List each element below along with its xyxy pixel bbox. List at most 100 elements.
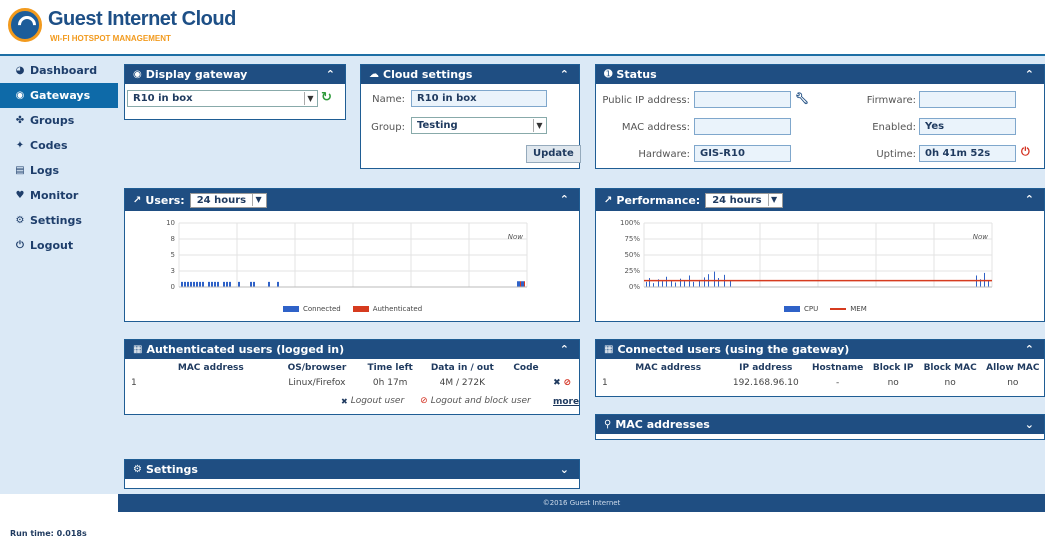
sidebar-item-groups[interactable]: ✤ Groups [0, 108, 118, 133]
power-icon[interactable]: ⏻ [1021, 145, 1030, 159]
connected-bar [226, 281, 228, 287]
gateway-select-value: R10 in box [133, 93, 193, 104]
sidebar-item-gateways[interactable]: ◉ Gateways [0, 83, 118, 108]
allow-mac-cell[interactable]: no [982, 376, 1044, 390]
cpu-mark [988, 280, 989, 287]
settings-icon: ⚙ [133, 464, 142, 475]
run-time: Run time: 0.018s [10, 529, 87, 538]
connected-users-table: MAC address IP address Hostname Block IP… [598, 360, 1044, 390]
table-icon: ▦ [133, 344, 143, 355]
sidebar-item-logout[interactable]: ⏻ Logout [0, 233, 118, 258]
sidebar-item-label: Logs [30, 164, 59, 177]
connected-bar [199, 281, 201, 287]
column-header: Code [513, 363, 539, 373]
cpu-mark [704, 277, 705, 287]
refresh-icon[interactable]: ↻ [321, 90, 332, 105]
mac-label: MAC address: [621, 122, 690, 133]
connected-bar [268, 281, 270, 287]
legend-swatch-cpu [784, 306, 800, 312]
connected-bar [238, 281, 240, 287]
group-select-value: Testing [417, 120, 458, 131]
now-label: Now [508, 233, 524, 241]
chevron-up-icon[interactable]: ⌃ [560, 193, 569, 206]
sidebar-item-codes[interactable]: ✦ Codes [0, 133, 118, 158]
block-mac-cell[interactable]: no [919, 376, 982, 390]
monitor-icon: ♥ [15, 190, 25, 201]
y-tick-label: 0% [629, 283, 640, 291]
sidebar-item-monitor[interactable]: ♥ Monitor [0, 183, 118, 208]
panel-title: MAC addresses [615, 418, 710, 431]
public-ip-field[interactable] [694, 91, 791, 108]
sidebar-item-dashboard[interactable]: ◕ Dashboard [0, 58, 118, 83]
connected-bar [190, 281, 192, 287]
logout-user-link[interactable]: Logout user [351, 396, 404, 406]
panel-title: Display gateway [145, 68, 248, 81]
code-cell [505, 376, 547, 390]
table-icon: ▦ [604, 344, 614, 355]
cloud-settings-header: ☁ Cloud settings ⌃ [361, 65, 579, 84]
users-range-select[interactable]: 24 hours ▼ [189, 192, 268, 208]
sidebar-item-logs[interactable]: ▤ Logs [0, 158, 118, 183]
connected-users-header: ▦ Connected users (using the gateway) ⌃ [596, 340, 1044, 359]
connected-bar [187, 281, 189, 287]
connected-bar [184, 281, 186, 287]
gateway-select[interactable]: R10 in box ▼ [127, 90, 318, 107]
block-ip-cell[interactable]: no [868, 376, 919, 390]
chevron-up-icon[interactable]: ⌃ [326, 68, 335, 81]
wrench-icon[interactable]: 🔧︎ [795, 92, 809, 105]
mac-addresses-header[interactable]: ⚲ MAC addresses ⌄ [596, 415, 1044, 434]
panel-title: Authenticated users (logged in) [146, 343, 345, 356]
column-header: MAC address [177, 363, 244, 373]
legend-swatch-mem [830, 308, 847, 310]
chevron-up-icon[interactable]: ⌃ [560, 343, 569, 356]
sidebar-item-settings[interactable]: ⚙ Settings [0, 208, 118, 233]
connected-bar [223, 281, 225, 287]
column-header [598, 360, 612, 376]
brand-subtitle: WI-FI HOTSPOT MANAGEMENT [50, 34, 171, 43]
mac-field[interactable] [694, 118, 791, 135]
update-button[interactable]: Update [526, 145, 581, 163]
legend-swatch-authenticated [352, 306, 369, 312]
performance-chart: 100% 75% 50% 25% 0% Now [620, 219, 993, 291]
chevron-down-icon: ▼ [767, 194, 780, 206]
mac-cell [612, 376, 724, 390]
block-icon: ⊘ [420, 396, 428, 406]
block-icon[interactable]: ⊘ [564, 378, 572, 388]
dashboard-icon: ◕ [15, 65, 25, 76]
cpu-mark [730, 280, 731, 287]
table-row: 1 Linux/Firefox 0h 17m 4M / 272K ✖ ⊘ [127, 376, 577, 390]
chevron-up-icon[interactable]: ⌃ [1025, 343, 1034, 356]
chevron-down-icon[interactable]: ⌄ [1025, 418, 1034, 431]
status-header: ➊ Status ⌃ [596, 65, 1044, 84]
chevron-up-icon[interactable]: ⌃ [1025, 68, 1034, 81]
cpu-mark [684, 281, 685, 287]
settings-header[interactable]: ⚙ Settings ⌄ [125, 460, 579, 479]
public-ip-label: Public IP address: [602, 95, 690, 106]
settings-icon: ⚙ [15, 215, 25, 226]
sidebar: ◕ Dashboard ◉ Gateways ✤ Groups ✦ Codes ▤ Logs ♥ Mo… [0, 56, 118, 494]
column-header [547, 360, 577, 376]
firmware-field[interactable] [919, 91, 1016, 108]
connected-bar [214, 281, 216, 287]
connected-bar [181, 281, 183, 287]
display-gateway-header: ◉ Display gateway ⌃ [125, 65, 345, 84]
nav-list: ◕ Dashboard ◉ Gateways ✤ Groups ✦ Codes ▤ Logs ♥ Mo… [0, 58, 118, 258]
hostname-cell: - [835, 378, 840, 388]
enabled-label: Enabled: [872, 122, 916, 133]
more-link[interactable]: more [553, 397, 579, 407]
chevron-up-icon[interactable]: ⌃ [1025, 193, 1034, 206]
time-left-cell: 0h 17m [372, 378, 408, 388]
logout-icon[interactable]: ✖ [553, 378, 561, 388]
enabled-field[interactable]: Yes [919, 118, 1016, 135]
column-header: Block MAC [923, 363, 977, 373]
performance-range-select[interactable]: 24 hours ▼ [705, 192, 783, 208]
chevron-up-icon[interactable]: ⌃ [560, 68, 569, 81]
table-header-row: MAC address IP address Hostname Block IP… [598, 360, 1044, 376]
group-select[interactable]: Testing ▼ [411, 117, 547, 134]
chevron-down-icon[interactable]: ⌄ [560, 463, 569, 476]
logout-and-block-link[interactable]: Logout and block user [431, 396, 531, 406]
hardware-field[interactable]: GIS-R10 [694, 145, 791, 162]
name-field[interactable]: R10 in box [411, 90, 547, 107]
column-header: IP address [739, 363, 793, 373]
uptime-field[interactable]: 0h 41m 52s [919, 145, 1016, 162]
